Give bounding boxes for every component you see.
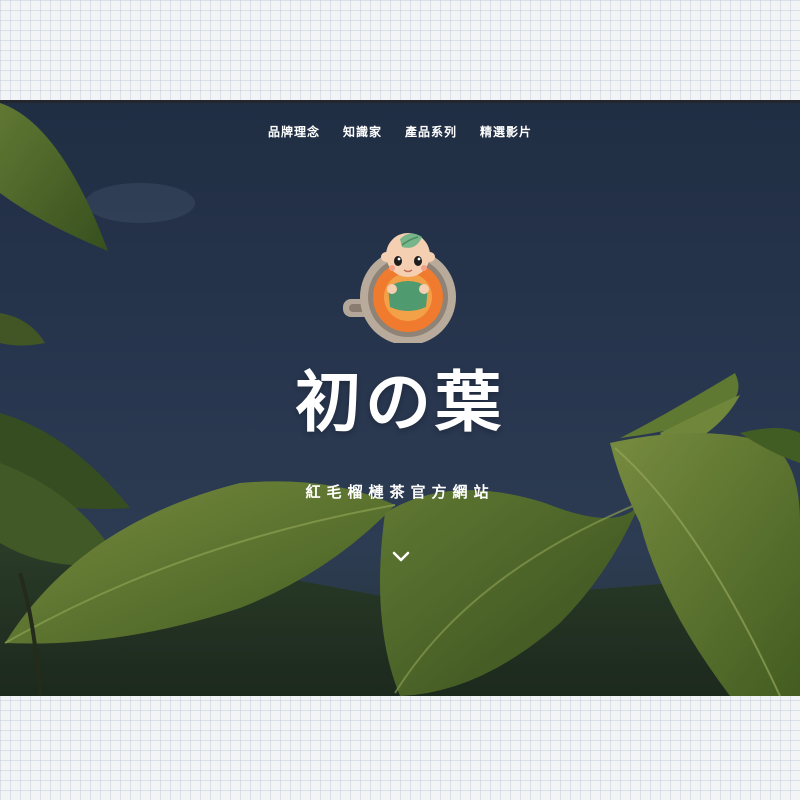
nav-item-videos[interactable]: 精選影片 xyxy=(480,123,532,140)
nav-item-products[interactable]: 產品系列 xyxy=(405,123,457,140)
hero-section: 品牌理念 知識家 產品系列 精選影片 初の葉 紅毛榴槤茶官方網站 xyxy=(0,103,800,696)
brand-title: 初の葉 xyxy=(295,364,505,441)
mascot-logo-icon xyxy=(343,233,456,343)
nav-item-brand[interactable]: 品牌理念 xyxy=(268,123,320,140)
nav-item-knowledge[interactable]: 知識家 xyxy=(343,123,382,140)
main-nav: 品牌理念 知識家 產品系列 精選影片 xyxy=(0,123,800,140)
chevron-down-icon[interactable] xyxy=(389,548,413,566)
brand-subtitle: 紅毛榴槤茶官方網站 xyxy=(305,483,495,501)
